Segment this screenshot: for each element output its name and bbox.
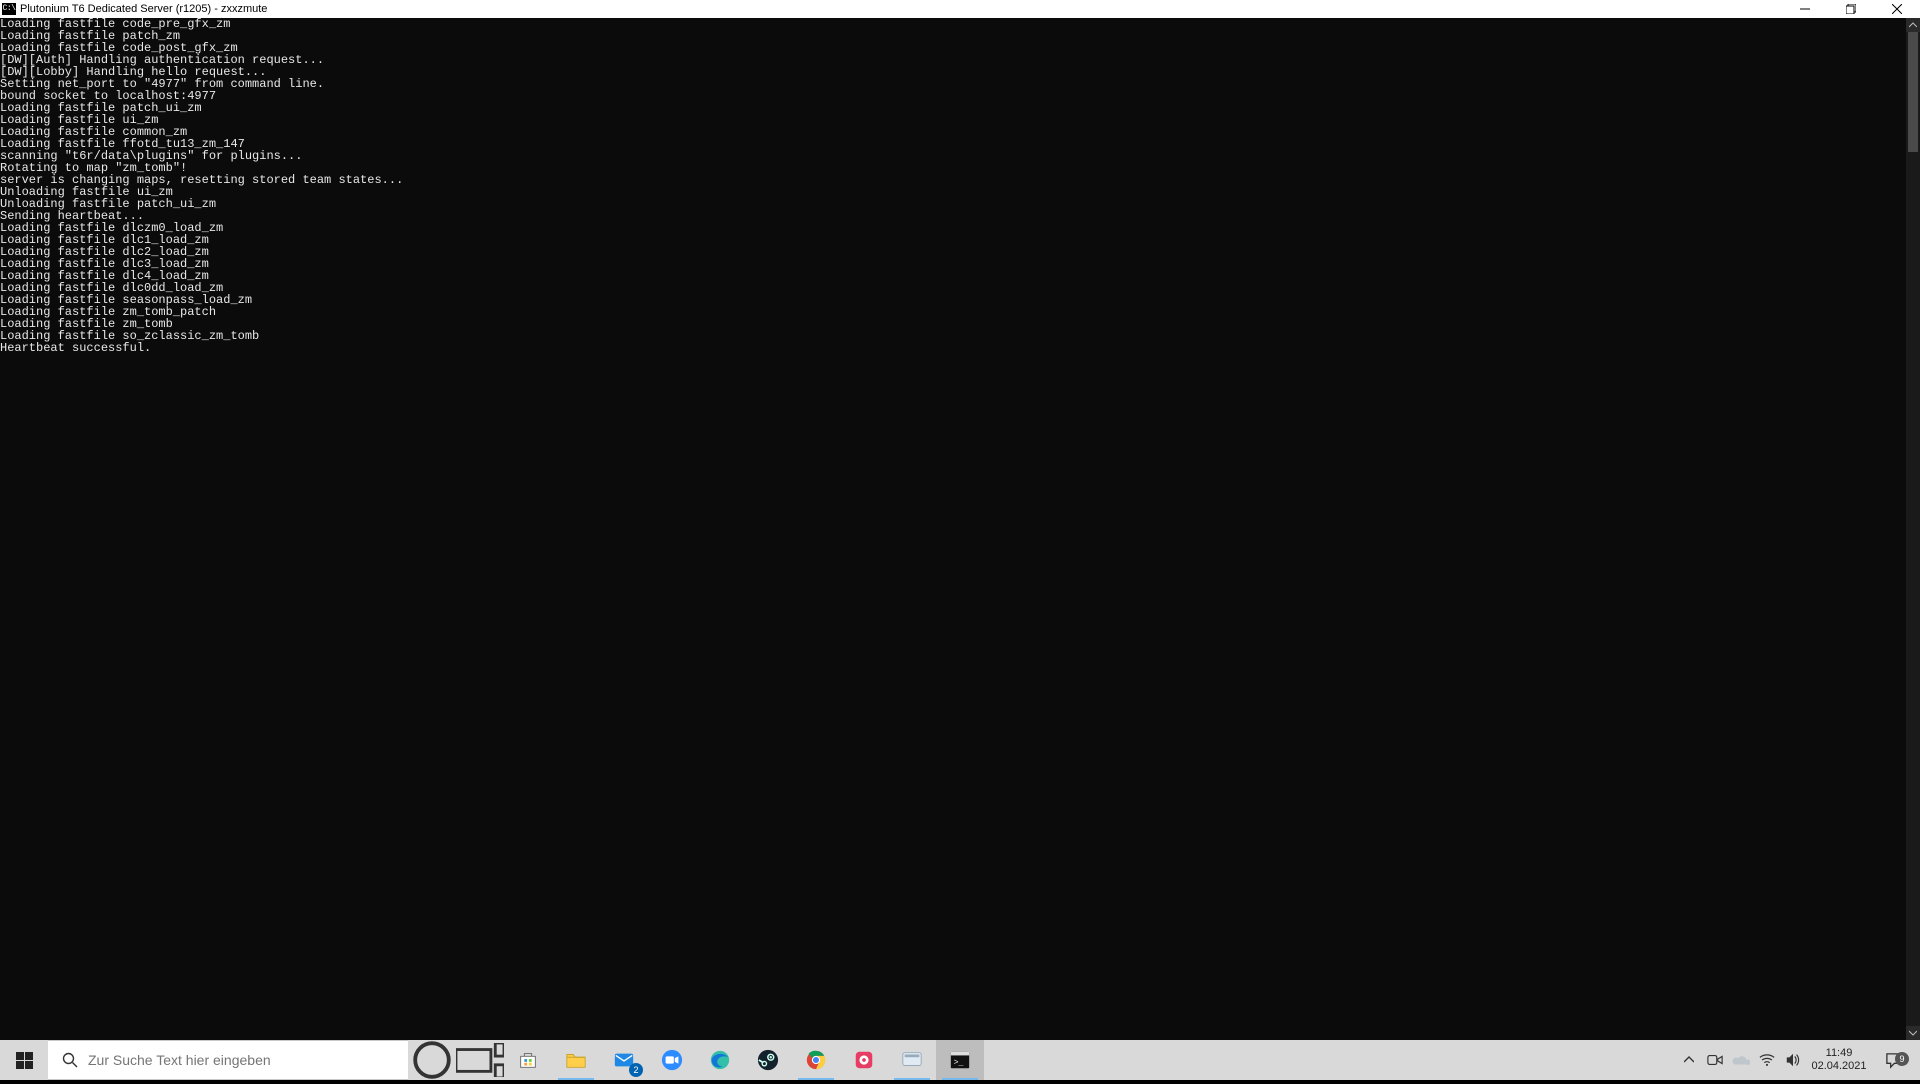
taskbar: 2 >_: [0, 1040, 1920, 1080]
taskbar-app-mail[interactable]: 2: [600, 1040, 648, 1080]
console-line: Loading fastfile ui_zm: [0, 114, 1906, 126]
chrome-icon: [804, 1048, 828, 1072]
windows-logo-icon: [16, 1052, 33, 1069]
console-client-area[interactable]: Loading fastfile code_pre_gfx_zmLoading …: [0, 18, 1920, 1040]
system-tray: 11:49 02.04.2021 9: [1676, 1040, 1920, 1080]
taskbar-app-file-explorer[interactable]: [552, 1040, 600, 1080]
close-icon: [1892, 4, 1902, 14]
tray-wifi[interactable]: [1754, 1040, 1780, 1080]
tray-volume[interactable]: [1780, 1040, 1806, 1080]
console-output[interactable]: Loading fastfile code_pre_gfx_zmLoading …: [0, 18, 1906, 1040]
tray-meet-now[interactable]: [1702, 1040, 1728, 1080]
cortana-button[interactable]: [408, 1040, 456, 1080]
edge-icon: [708, 1048, 732, 1072]
window-title: Plutonium T6 Dedicated Server (r1205) - …: [20, 3, 267, 15]
chevron-up-icon: [1684, 1055, 1694, 1065]
restore-icon: [1846, 4, 1856, 14]
taskbar-search[interactable]: [48, 1040, 408, 1080]
console-line: Loading fastfile dlc4_load_zm: [0, 270, 1906, 282]
console-line: Loading fastfile seasonpass_load_zm: [0, 294, 1906, 306]
mail-badge: 2: [629, 1063, 643, 1077]
console-line: Loading fastfile dlczm0_load_zm: [0, 222, 1906, 234]
camera-icon: [1707, 1052, 1723, 1068]
app-icon: [852, 1048, 876, 1072]
task-view-button[interactable]: [456, 1040, 504, 1080]
console-line: Loading fastfile so_zclassic_zm_tomb: [0, 330, 1906, 342]
titlebar[interactable]: C:\ Plutonium T6 Dedicated Server (r1205…: [0, 0, 1920, 18]
taskbar-app-chrome[interactable]: [792, 1040, 840, 1080]
clock-date: 02.04.2021: [1811, 1060, 1866, 1073]
taskbar-app-edge[interactable]: [696, 1040, 744, 1080]
tray-onedrive[interactable]: [1728, 1040, 1754, 1080]
taskbar-clock[interactable]: 11:49 02.04.2021: [1806, 1047, 1872, 1073]
console-line: Loading fastfile common_zm: [0, 126, 1906, 138]
vertical-scrollbar[interactable]: [1906, 18, 1920, 1040]
console-line: Loading fastfile patch_ui_zm: [0, 102, 1906, 114]
taskbar-app-generic-1[interactable]: [840, 1040, 888, 1080]
search-icon: [62, 1052, 78, 1068]
taskbar-app-generic-2[interactable]: [888, 1040, 936, 1080]
console-line: Loading fastfile patch_zm: [0, 30, 1906, 42]
zoom-icon: [660, 1048, 684, 1072]
console-window: C:\ Plutonium T6 Dedicated Server (r1205…: [0, 0, 1920, 1040]
console-line: Loading fastfile zm_tomb_patch: [0, 306, 1906, 318]
chevron-down-icon: [1909, 1029, 1917, 1037]
taskbar-app-microsoft-store[interactable]: [504, 1040, 552, 1080]
close-button[interactable]: [1874, 0, 1920, 18]
speaker-icon: [1785, 1052, 1801, 1068]
console-line: server is changing maps, resetting store…: [0, 174, 1906, 186]
search-input[interactable]: [88, 1041, 408, 1079]
clock-time: 11:49: [1826, 1047, 1853, 1060]
minimize-icon: [1800, 4, 1810, 14]
console-line: Heartbeat successful.: [0, 342, 1906, 354]
minimize-button[interactable]: [1782, 0, 1828, 18]
console-line: [DW][Auth] Handling authentication reque…: [0, 54, 1906, 66]
steam-icon: [756, 1048, 780, 1072]
taskbar-app-steam[interactable]: [744, 1040, 792, 1080]
action-center-badge: 9: [1895, 1052, 1909, 1066]
store-icon: [516, 1048, 540, 1072]
maximize-button[interactable]: [1828, 0, 1874, 18]
console-line: Sending heartbeat...: [0, 210, 1906, 222]
console-line: Loading fastfile dlc0dd_load_zm: [0, 282, 1906, 294]
cmd-icon: >_: [948, 1048, 972, 1072]
taskbar-app-cmd[interactable]: >_: [936, 1040, 984, 1080]
chevron-up-icon: [1909, 21, 1917, 29]
tray-overflow-button[interactable]: [1676, 1040, 1702, 1080]
console-line: scanning "t6r/data\plugins" for plugins.…: [0, 150, 1906, 162]
wifi-icon: [1759, 1053, 1775, 1067]
cloud-icon: [1732, 1053, 1750, 1067]
folder-icon: [564, 1048, 588, 1072]
cortana-icon: [408, 1036, 456, 1084]
scroll-down-button[interactable]: [1906, 1026, 1920, 1040]
scroll-up-button[interactable]: [1906, 18, 1920, 32]
console-line: Loading fastfile dlc3_load_zm: [0, 258, 1906, 270]
console-line: Setting net_port to "4977" from command …: [0, 78, 1906, 90]
scroll-thumb[interactable]: [1908, 32, 1918, 152]
console-line: Loading fastfile dlc2_load_zm: [0, 246, 1906, 258]
task-view-icon: [456, 1043, 504, 1078]
console-line: Loading fastfile zm_tomb: [0, 318, 1906, 330]
console-line: Loading fastfile dlc1_load_zm: [0, 234, 1906, 246]
start-button[interactable]: [0, 1040, 48, 1080]
console-line: bound socket to localhost:4977: [0, 90, 1906, 102]
svg-text:>_: >_: [954, 1059, 964, 1068]
cmd-app-icon: C:\: [2, 3, 16, 15]
action-center-button[interactable]: 9: [1872, 1052, 1914, 1069]
scroll-track[interactable]: [1906, 32, 1920, 1026]
console-line: Unloading fastfile patch_ui_zm: [0, 198, 1906, 210]
app-icon: [900, 1048, 924, 1072]
console-line: Unloading fastfile ui_zm: [0, 186, 1906, 198]
console-line: Loading fastfile code_pre_gfx_zm: [0, 18, 1906, 30]
taskbar-app-zoom[interactable]: [648, 1040, 696, 1080]
